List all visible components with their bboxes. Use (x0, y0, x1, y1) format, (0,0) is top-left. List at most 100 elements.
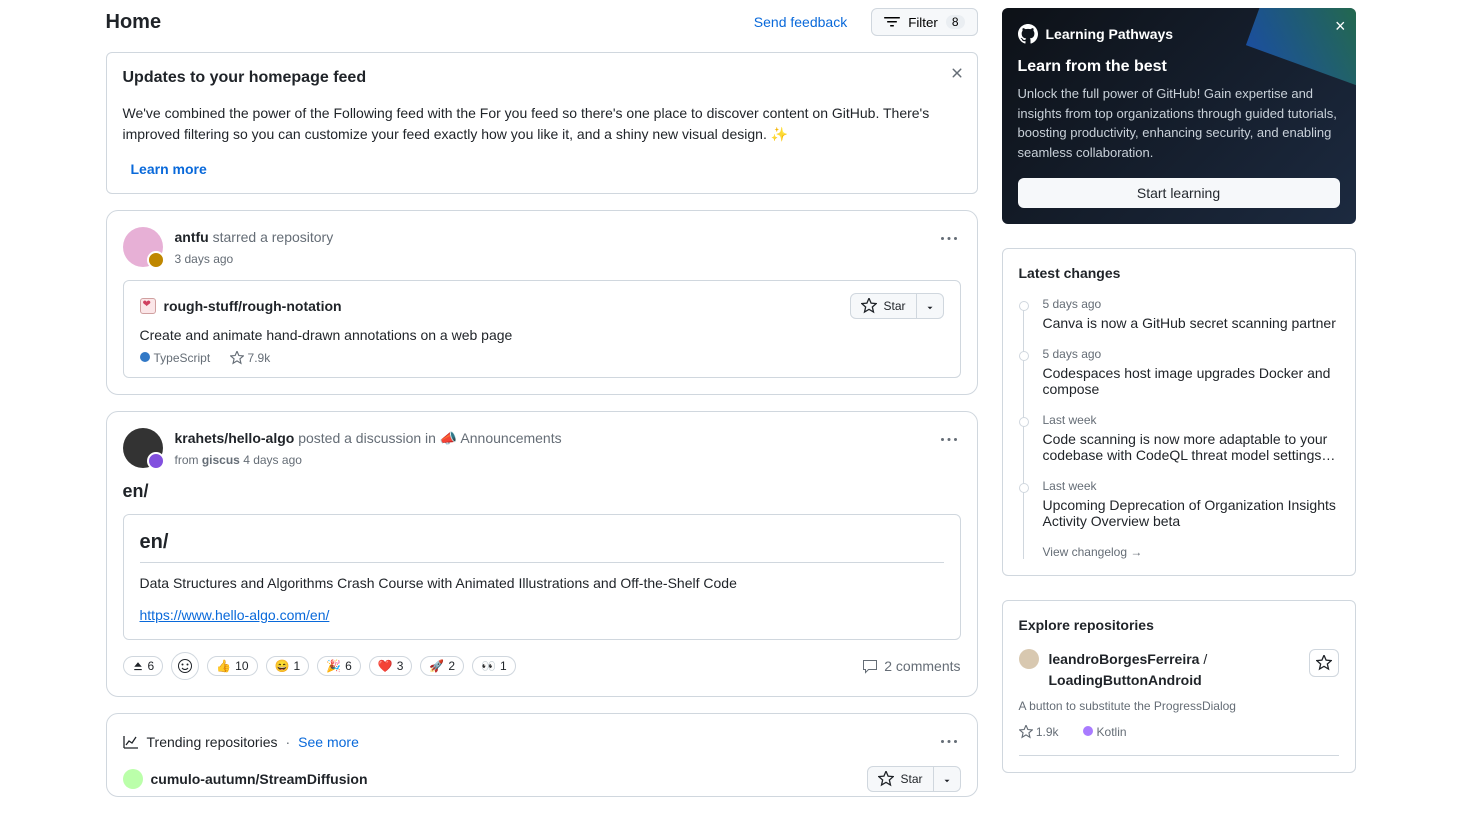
changelog-time: 5 days ago (1043, 297, 1339, 311)
changelog-title: Upcoming Deprecation of Organization Ins… (1043, 497, 1336, 529)
actor-user-link[interactable]: antfu (175, 229, 209, 245)
upvote-button[interactable]: 6 (123, 656, 164, 676)
kebab-icon (941, 432, 957, 448)
changelog-title: Canva is now a GitHub secret scanning pa… (1043, 315, 1336, 331)
repo-link[interactable]: cumulo-autumn/StreamDiffusion (151, 771, 368, 787)
changelog-item[interactable]: 5 days ago Canva is now a GitHub secret … (1019, 297, 1339, 331)
body-link[interactable]: https://www.hello-algo.com/en/ (140, 607, 330, 623)
kebab-icon (941, 231, 957, 247)
explore-repo-link[interactable]: LoadingButtonAndroid (1049, 672, 1202, 688)
caret-down-icon (942, 776, 952, 786)
star-button[interactable] (1309, 649, 1339, 677)
repo-avatar-icon (123, 769, 143, 789)
discussion-title[interactable]: en/ (123, 481, 961, 502)
star-icon (1316, 655, 1332, 671)
rocket-reaction[interactable]: 🚀2 (420, 656, 464, 676)
from-repo-link[interactable]: giscus (202, 453, 240, 467)
heart-icon: ❤️ (378, 659, 393, 673)
close-icon[interactable] (949, 65, 965, 81)
notice-title: Updates to your homepage feed (123, 69, 961, 87)
actor-repo-link[interactable]: krahets/hello-algo (175, 430, 295, 446)
card-menu-button[interactable] (937, 730, 961, 754)
close-icon[interactable]: × (1335, 16, 1346, 37)
latest-changes-title: Latest changes (1019, 265, 1339, 281)
learning-pathways-promo: × Learning Pathways Learn from the best … (1002, 8, 1356, 224)
repo-language: TypeScript (140, 351, 211, 365)
repo-avatar-icon (140, 298, 156, 314)
arrow-up-icon (132, 660, 144, 672)
star-badge-icon (147, 251, 165, 269)
learn-more-link[interactable]: Learn more (123, 156, 215, 182)
star-caret-button[interactable] (917, 295, 943, 317)
start-learning-button[interactable]: Start learning (1018, 178, 1340, 208)
explore-repositories-card: Explore repositories leandroBorgesFerrei… (1002, 600, 1356, 773)
tada-reaction[interactable]: 🎉6 (317, 656, 361, 676)
changelog-item[interactable]: 5 days ago Codespaces host image upgrade… (1019, 347, 1339, 397)
promo-body: Unlock the full power of GitHub! Gain ex… (1018, 84, 1340, 162)
rocket-icon: 🚀 (429, 659, 444, 673)
latest-changes-card: Latest changes 5 days ago Canva is now a… (1002, 248, 1356, 576)
view-changelog-link[interactable]: View changelog → (1019, 545, 1339, 559)
eyes-icon: 👀 (481, 659, 496, 673)
see-more-link[interactable]: See more (298, 734, 359, 750)
smile-icon: 😄 (275, 659, 290, 673)
send-feedback-link[interactable]: Send feedback (754, 14, 847, 30)
filter-icon (884, 14, 900, 30)
star-caret-button[interactable] (934, 768, 960, 790)
feed-card-trending: Trending repositories · See more cumulo-… (106, 713, 978, 797)
repo-stars[interactable]: 7.9k (230, 351, 270, 365)
changelog-item[interactable]: Last week Code scanning is now more adap… (1019, 413, 1339, 463)
comments-link[interactable]: 2 comments (862, 658, 960, 674)
star-icon (1019, 725, 1033, 739)
star-button-group: Star (850, 293, 943, 319)
changelog-item[interactable]: Last week Upcoming Deprecation of Organi… (1019, 479, 1339, 529)
heart-reaction[interactable]: ❤️3 (369, 656, 413, 676)
explore-title: Explore repositories (1019, 617, 1339, 633)
add-reaction-button[interactable] (171, 652, 199, 680)
avatar[interactable] (123, 428, 163, 468)
smile-reaction[interactable]: 😄1 (266, 656, 310, 676)
tada-icon: 🎉 (326, 659, 341, 673)
filter-button[interactable]: Filter 8 (871, 8, 977, 36)
changelog-title: Codespaces host image upgrades Docker an… (1043, 365, 1331, 397)
thumbs-up-reaction[interactable]: 👍10 (207, 656, 257, 676)
trending-label: Trending repositories (147, 734, 278, 750)
changelog-time: Last week (1043, 413, 1339, 427)
card-menu-button[interactable] (937, 428, 961, 452)
eyes-reaction[interactable]: 👀1 (472, 656, 516, 676)
changelog-title: Code scanning is now more adaptable to y… (1043, 431, 1336, 463)
feed-update-notice: Updates to your homepage feed We've comb… (106, 52, 978, 194)
notice-body: We've combined the power of the Followin… (123, 103, 961, 145)
repo-box: rough-stuff/rough-notation Star Create a… (123, 280, 961, 378)
explore-repo-desc: A button to substitute the ProgressDialo… (1019, 699, 1339, 713)
filter-count: 8 (946, 15, 965, 29)
star-button[interactable]: Star (868, 767, 933, 791)
repo-link[interactable]: rough-stuff/rough-notation (164, 298, 342, 314)
smiley-icon (177, 658, 193, 674)
promo-logo-text: Learning Pathways (1046, 26, 1174, 42)
from-label: from (175, 453, 199, 467)
github-mark-icon (1018, 24, 1038, 44)
action-text: starred a repository (213, 229, 334, 245)
explore-user-link[interactable]: leandroBorgesFerreira (1049, 651, 1200, 667)
discussion-body: en/ Data Structures and Algorithms Crash… (123, 514, 961, 640)
discussion-badge-icon (147, 452, 165, 470)
action-text: posted a discussion in (298, 430, 436, 446)
repo-description: Create and animate hand-drawn annotation… (140, 327, 944, 343)
kebab-icon (941, 734, 957, 750)
comment-icon (862, 658, 878, 674)
avatar[interactable] (1019, 649, 1039, 669)
megaphone-icon: 📣 (440, 430, 457, 446)
repo-stars: 1.9k (1019, 725, 1059, 739)
feed-card-discussion: krahets/hello-algo posted a discussion i… (106, 411, 978, 697)
avatar[interactable] (123, 227, 163, 267)
star-label: Star (900, 772, 922, 786)
timestamp: 3 days ago (175, 250, 925, 268)
star-button-group: Star (867, 766, 960, 792)
star-button[interactable]: Star (851, 294, 916, 318)
thumbs-up-icon: 👍 (216, 659, 231, 673)
star-label: Star (883, 299, 905, 313)
card-menu-button[interactable] (937, 227, 961, 251)
changelog-time: Last week (1043, 479, 1339, 493)
category-link[interactable]: Announcements (460, 430, 561, 446)
